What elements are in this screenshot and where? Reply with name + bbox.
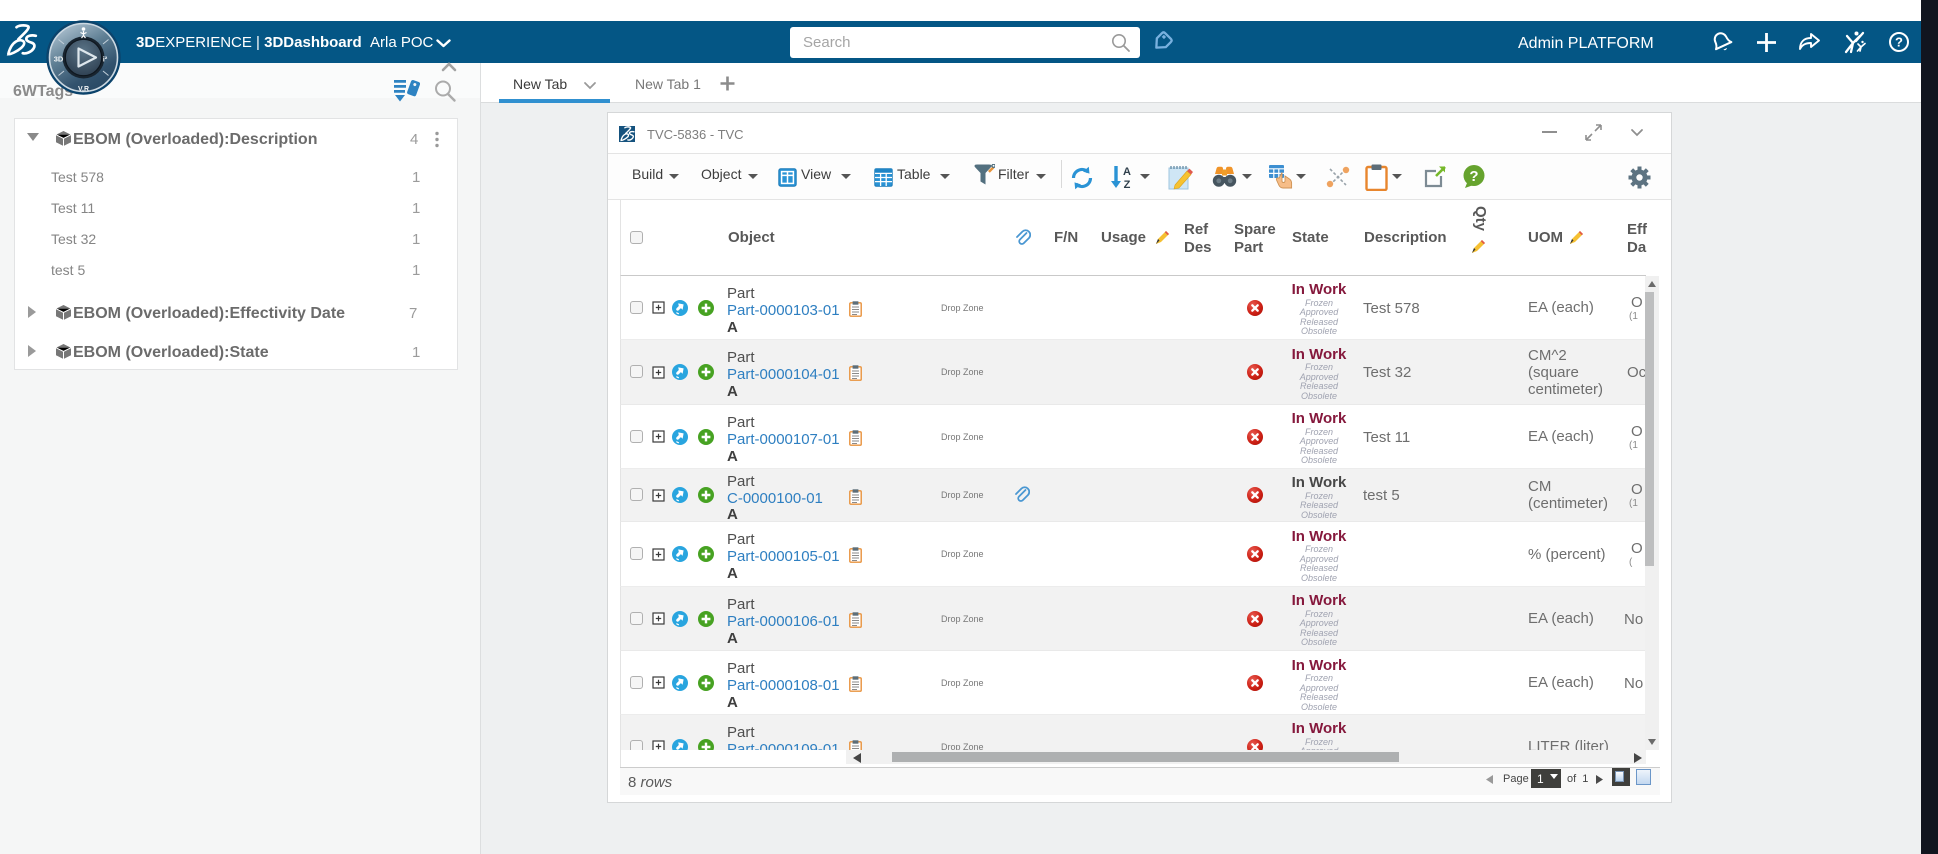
svg-text:A: A (1123, 166, 1131, 178)
svg-text:?: ? (1469, 168, 1478, 185)
svg-text:Z: Z (1124, 179, 1131, 190)
svg-text:?: ? (1895, 35, 1903, 50)
svg-text:i²: i² (103, 55, 108, 64)
svg-text:3D: 3D (54, 55, 64, 64)
svg-text:V,R: V,R (78, 86, 89, 93)
